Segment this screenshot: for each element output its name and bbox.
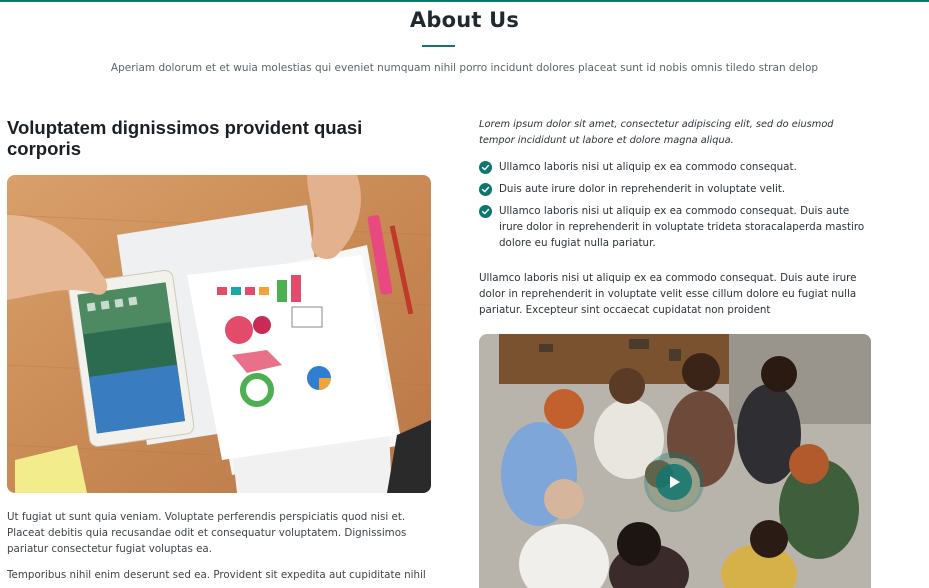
right-paragraph: Ullamco laboris nisi ut aliquip ex ea co… xyxy=(479,272,857,316)
section-header: About Us xyxy=(0,8,929,32)
check-circle-icon xyxy=(479,161,492,174)
play-video-button[interactable] xyxy=(644,452,704,512)
list-item-text: Duis aute irure dolor in reprehenderit i… xyxy=(499,183,786,195)
right-column: Lorem ipsum dolor sit amet, consectetur … xyxy=(479,117,871,149)
list-item: Ullamco laboris nisi ut aliquip ex ea co… xyxy=(479,203,871,251)
office-desk-photo xyxy=(7,175,431,493)
list-item: Ullamco laboris nisi ut aliquip ex ea co… xyxy=(479,159,871,175)
title-underline xyxy=(422,45,455,47)
check-circle-icon xyxy=(479,205,492,218)
left-heading: Voluptatem dignissimos provident quasi c… xyxy=(7,117,363,159)
checklist: Ullamco laboris nisi ut aliquip ex ea co… xyxy=(479,159,871,257)
left-column: Voluptatem dignissimos provident quasi c… xyxy=(7,117,431,159)
section-subtitle: Aperiam dolorum et et wuia molestias qui… xyxy=(110,62,819,74)
list-item-text: Ullamco laboris nisi ut aliquip ex ea co… xyxy=(499,161,797,173)
intro-text: Lorem ipsum dolor sit amet, consectetur … xyxy=(479,119,834,146)
top-accent-rule xyxy=(0,0,929,2)
left-paragraph-1: Ut fugiat ut sunt quia veniam. Voluptate… xyxy=(7,511,407,555)
play-icon xyxy=(670,476,680,488)
list-item-text: Ullamco laboris nisi ut aliquip ex ea co… xyxy=(499,205,865,249)
list-item: Duis aute irure dolor in reprehenderit i… xyxy=(479,181,871,197)
check-circle-icon xyxy=(479,183,492,196)
section-title: About Us xyxy=(409,8,520,32)
left-paragraph-2: Temporibus nihil enim deserunt sed ea. P… xyxy=(7,569,426,581)
